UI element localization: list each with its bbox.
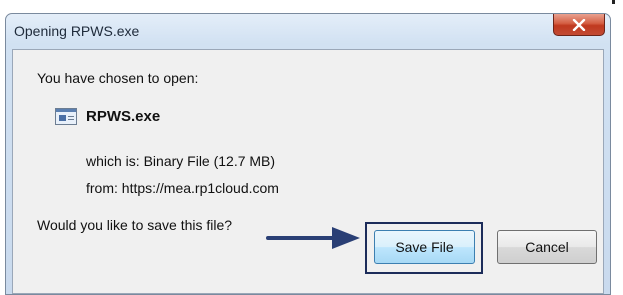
file-type-value: Binary File (12.7 MB) (143, 153, 276, 169)
top-background (0, 0, 623, 6)
edge-mark (612, 0, 615, 4)
file-source-value: https://mea.rp1cloud.com (121, 180, 279, 196)
dialog-title: Opening RPWS.exe (14, 23, 140, 39)
executable-file-icon (55, 108, 77, 125)
right-arrow-icon (266, 227, 360, 249)
file-source-row: from: https://mea.rp1cloud.com (86, 180, 279, 196)
file-type-row: which is: Binary File (12.7 MB) (86, 153, 275, 169)
close-button[interactable] (553, 14, 605, 36)
save-question: Would you like to save this file? (37, 217, 233, 233)
from-label: from: (86, 180, 118, 196)
cancel-button[interactable]: Cancel (497, 230, 597, 264)
which-is-label: which is: (86, 153, 140, 169)
save-file-button[interactable]: Save File (374, 230, 475, 264)
open-prompt: You have chosen to open: (37, 70, 199, 86)
close-x-icon (572, 18, 586, 31)
file-name: RPWS.exe (86, 108, 161, 125)
